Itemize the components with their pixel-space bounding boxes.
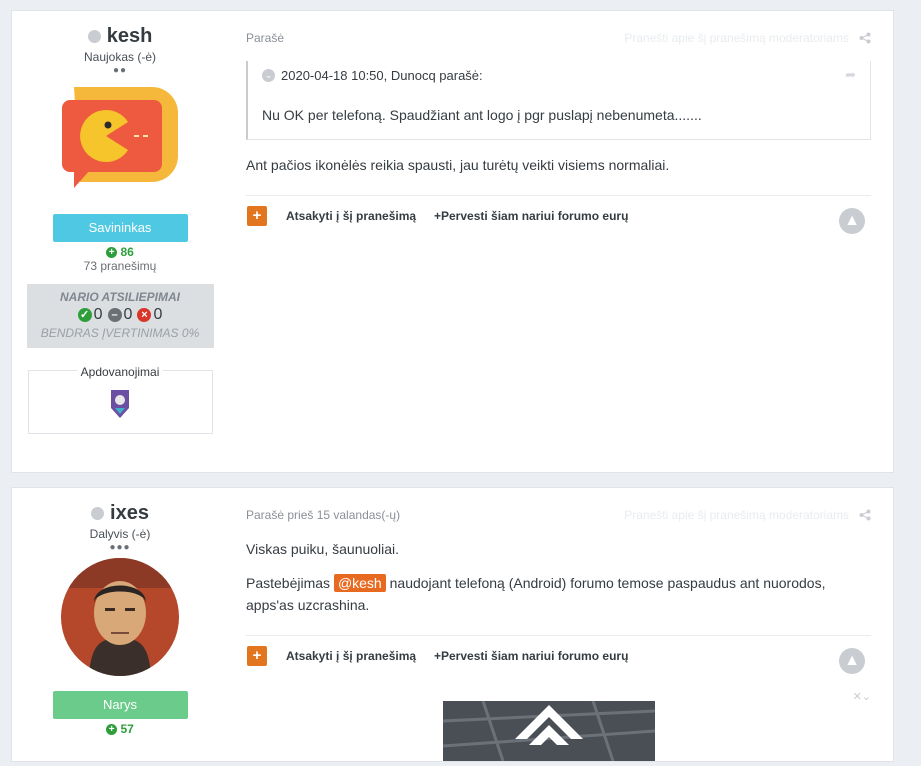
reputation: + 86 — [12, 245, 228, 259]
post-controls: + Atsakyti į šį pranešimą +Pervesti šiam… — [246, 635, 871, 686]
feedback-negative: 0 — [153, 306, 163, 323]
ad-close-icon[interactable]: ✕⌄ — [853, 690, 871, 703]
plus-circle-icon: + — [106, 724, 118, 736]
x-circle-icon: × — [137, 308, 152, 322]
feedback-neutral: 0 — [123, 306, 133, 323]
multiquote-plus-icon[interactable]: + — [247, 206, 267, 226]
author-name[interactable]: kesh — [107, 25, 153, 48]
author-panel: kesh Naujokas (-ė) ●● Savininkas + 86 73… — [12, 11, 228, 472]
check-circle-icon: ✓ — [77, 308, 92, 322]
report-row: Pranešti apie šį pranešimą moderatoriams — [624, 31, 871, 45]
reputation-value: 57 — [120, 722, 134, 736]
post: ixes Dalyvis (-ė) ●●● Narys + 57 Parašė … — [11, 487, 894, 762]
award-badge-icon[interactable] — [109, 388, 131, 420]
reply-button[interactable]: Atsakyti į šį pranešimą — [286, 649, 416, 663]
user-mention[interactable]: @kesh — [333, 574, 386, 592]
quote-citation: 2020-04-18 10:50, Dunocq parašė: — [281, 67, 483, 83]
text-after-mention: naudojant telefoną (Android) forumo temo… — [246, 575, 826, 613]
reputation-value: 86 — [120, 245, 134, 259]
quote-header: ⌄ 2020-04-18 10:50, Dunocq parašė: ➦ — [262, 61, 856, 83]
awards-box: Apdovanojimai — [27, 365, 213, 434]
minus-circle-icon: – — [107, 308, 122, 322]
plus-circle-icon: + — [106, 247, 118, 259]
post: kesh Naujokas (-ė) ●● Savininkas + 86 73… — [11, 10, 894, 473]
ad-area: ✕⌄ — [246, 686, 871, 766]
author-rank: Dalyvis (-ė) — [89, 527, 151, 541]
reply-button[interactable]: Atsakyti į šį pranešimą — [286, 209, 416, 223]
awards-title: Apdovanojimai — [76, 365, 164, 379]
text-before-mention: Pastebėjimas — [246, 575, 331, 591]
transfer-euros-button[interactable]: +Pervesti šiam nariui forumo eurų — [434, 209, 628, 223]
author-name-row: ixes — [12, 502, 228, 525]
avatar[interactable] — [60, 558, 180, 678]
rank-pips: ●●● — [109, 542, 131, 553]
arrow-up-icon[interactable]: ▲ — [839, 208, 865, 234]
author-panel: ixes Dalyvis (-ė) ●●● Narys + 57 — [12, 488, 228, 761]
feedback-title: NARIO ATSILIEPIMAI — [60, 290, 180, 304]
ad-logo-icon — [443, 701, 655, 761]
chevron-down-icon[interactable]: ⌄ — [262, 68, 275, 82]
post-text: Ant pačios ikonėlės reikia spausti, jau … — [246, 157, 670, 173]
multiquote-plus-icon[interactable]: + — [247, 646, 267, 666]
post-meta: Parašė prieš 15 valandas(-ų) — [246, 508, 401, 522]
avatar[interactable] — [60, 82, 180, 202]
ad-image[interactable] — [443, 701, 655, 761]
report-link[interactable]: Pranešti apie šį pranešimą moderatoriams — [624, 508, 849, 522]
group-badge: Narys — [52, 691, 188, 719]
post-controls: + Atsakyti į šį pranešimą +Pervesti šiam… — [246, 195, 871, 246]
report-row: Pranešti apie šį pranešimą moderatoriams — [624, 508, 871, 522]
post-text: Viskas puiku, šaunuoliai. — [246, 541, 400, 557]
quote-block: ⌄ 2020-04-18 10:50, Dunocq parašė: ➦ Nu … — [246, 61, 871, 140]
author-name-row: kesh — [12, 25, 228, 48]
post-text-mention: Pastebėjimas @kesh naudojant telefoną (A… — [246, 572, 871, 616]
share-icon[interactable] — [859, 32, 871, 44]
post-content: Parašė Pranešti apie šį pranešimą modera… — [246, 11, 871, 246]
feedback-counts: ✓ 0 – 0 × 0 — [27, 306, 214, 324]
feedback-positive: 0 — [93, 306, 103, 323]
author-name[interactable]: ixes — [110, 502, 149, 525]
post-count: 73 pranešimų — [83, 259, 157, 273]
report-link[interactable]: Pranešti apie šį pranešimą moderatoriams — [624, 31, 849, 45]
group-badge: Savininkas — [52, 214, 188, 242]
quote-body: Nu OK per telefoną. Spaudžiant ant logo … — [262, 107, 702, 123]
post-meta: Parašė — [246, 31, 285, 45]
pacman-avatar-icon — [62, 87, 178, 188]
member-feedback: NARIO ATSILIEPIMAI ✓ 0 – 0 × 0 BENDRAS Į… — [26, 284, 214, 348]
arrow-up-icon[interactable]: ▲ — [839, 648, 865, 674]
share-icon[interactable] — [859, 509, 871, 521]
post-content: Parašė prieš 15 valandas(-ų) Pranešti ap… — [246, 488, 871, 766]
transfer-euros-button[interactable]: +Pervesti šiam nariui forumo eurų — [434, 649, 628, 663]
offline-status-icon — [87, 30, 101, 43]
reply-arrow-icon[interactable]: ➦ — [845, 67, 856, 83]
offline-status-icon — [91, 507, 105, 520]
author-rank: Naujokas (-ė) — [83, 50, 157, 64]
rank-pips: ●● — [112, 65, 128, 76]
reputation: + 57 — [12, 722, 228, 736]
portrait-avatar-icon — [61, 558, 179, 676]
feedback-overall: BENDRAS ĮVERTINIMAS 0% — [40, 326, 200, 340]
